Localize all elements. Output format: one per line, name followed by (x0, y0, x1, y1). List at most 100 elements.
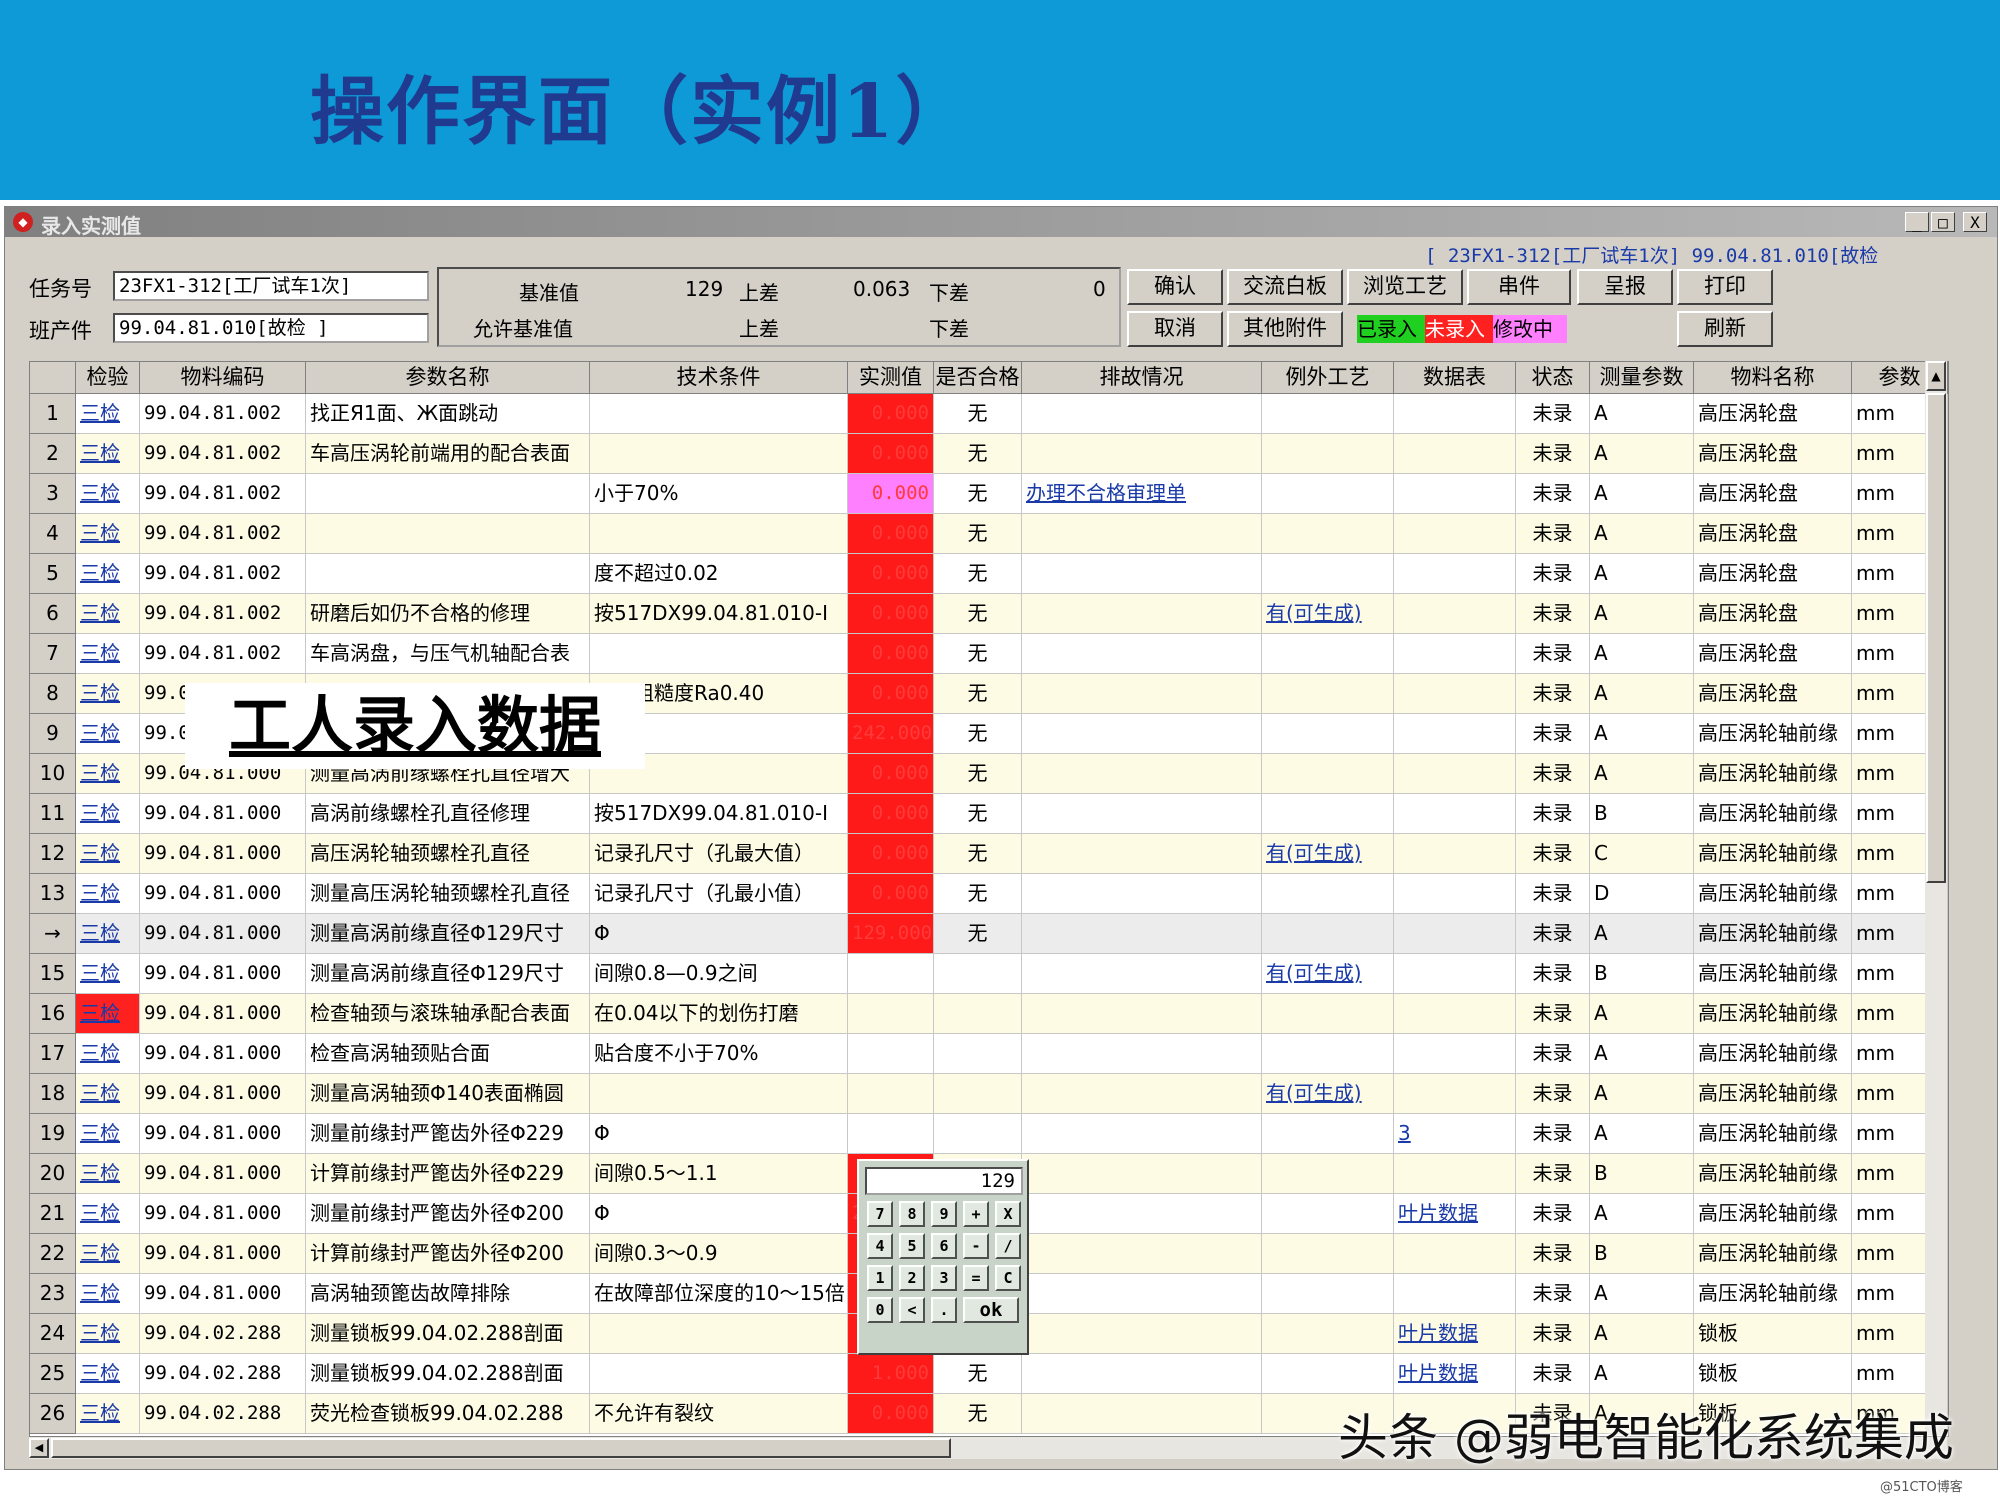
cell-exception-process[interactable]: 有(可生成) (1262, 594, 1394, 634)
cell-data-table[interactable] (1394, 474, 1516, 514)
cell-fault-handling[interactable] (1022, 674, 1262, 714)
column-header-inspection[interactable]: 检验 (76, 362, 140, 394)
keypad-key[interactable]: 1 (867, 1265, 893, 1291)
cell-measured-value[interactable] (848, 954, 934, 994)
cell-fault-handling[interactable] (1022, 554, 1262, 594)
cell-fault-handling[interactable] (1022, 914, 1262, 954)
column-header-is-qualified[interactable]: 是否合格 (934, 362, 1022, 394)
vertical-scrollbar[interactable]: ▲ (1925, 361, 1947, 1435)
cell-fault-handling[interactable] (1022, 594, 1262, 634)
table-row[interactable]: 17 三检 99.04.81.000 检查高涡轴颈贴合面 贴合度不小于70% 未录 A 高压涡… (30, 1034, 1948, 1074)
cell-data-table[interactable] (1394, 954, 1516, 994)
cell-measured-value[interactable]: 0.000 (848, 434, 934, 474)
cell-fault-handling[interactable] (1022, 754, 1262, 794)
maximize-button[interactable]: □ (1931, 212, 1955, 232)
cell-data-table[interactable] (1394, 754, 1516, 794)
table-row[interactable]: 4 三检 99.04.81.002 0.000 无未录 A 高压涡轮盘 mm (30, 514, 1948, 554)
cell-measured-value[interactable]: 0.000 (848, 874, 934, 914)
table-row[interactable]: 5 三检 99.04.81.002 度不超过0.02 0.000 无未录 A 高压涡轮盘 mm (30, 554, 1948, 594)
window-titlebar[interactable]: ◆ 录入实测值 _ □ X (5, 207, 1997, 238)
keypad-key[interactable]: 3 (931, 1265, 957, 1291)
cell-data-table[interactable] (1394, 1154, 1516, 1194)
column-header-row-number[interactable] (30, 362, 76, 394)
cell-fault-handling[interactable] (1022, 1154, 1262, 1194)
part-field[interactable]: 99.04.81.010[故检 ] (113, 313, 429, 343)
serial-button[interactable]: 串件 (1467, 269, 1571, 305)
cell-exception-process[interactable] (1262, 674, 1394, 714)
cell-fault-handling[interactable] (1022, 1274, 1262, 1314)
keypad-key[interactable]: + (963, 1201, 989, 1227)
cell-data-table[interactable] (1394, 594, 1516, 634)
cell-measured-value[interactable] (848, 1074, 934, 1114)
cell-measured-value[interactable]: 1.000 (848, 1354, 934, 1394)
table-row[interactable]: 13 三检 99.04.81.000 测量高压涡轮轴颈螺栓孔直径 记录孔尺寸（孔最小值）… (30, 874, 1948, 914)
scroll-left-icon[interactable]: ◀ (29, 1438, 49, 1458)
cell-inspection[interactable]: 三检 (76, 554, 140, 594)
whiteboard-button[interactable]: 交流白板 (1227, 269, 1343, 305)
table-row[interactable]: → 三检 99.04.81.000 测量高涡前缘直径Φ129尺寸 Φ 129.000 无 未录… (30, 914, 1948, 954)
cell-fault-handling[interactable] (1022, 874, 1262, 914)
cell-data-table[interactable] (1394, 714, 1516, 754)
cell-measured-value[interactable]: 0.000 (848, 394, 934, 434)
cell-exception-process[interactable] (1262, 1194, 1394, 1234)
column-header-tech-condition[interactable]: 技术条件 (590, 362, 848, 394)
cell-inspection[interactable]: 三检 (76, 714, 140, 754)
cell-measured-value[interactable] (848, 1034, 934, 1074)
cell-exception-process[interactable] (1262, 1314, 1394, 1354)
cell-inspection[interactable]: 三检 (76, 874, 140, 914)
cell-inspection[interactable]: 三检 (76, 474, 140, 514)
cell-measured-value[interactable]: 0.000 (848, 754, 934, 794)
cell-inspection[interactable]: 三检 (76, 1114, 140, 1154)
confirm-button[interactable]: 确认 (1127, 269, 1223, 305)
cell-inspection[interactable]: 三检 (76, 1274, 140, 1314)
keypad-key[interactable]: 2 (899, 1265, 925, 1291)
cell-inspection[interactable]: 三检 (76, 794, 140, 834)
cell-data-table[interactable] (1394, 914, 1516, 954)
cell-inspection[interactable]: 三检 (76, 434, 140, 474)
cell-exception-process[interactable] (1262, 1274, 1394, 1314)
column-header-status[interactable]: 状态 (1516, 362, 1590, 394)
cell-exception-process[interactable] (1262, 874, 1394, 914)
cell-exception-process[interactable] (1262, 1114, 1394, 1154)
cell-fault-handling[interactable] (1022, 714, 1262, 754)
cell-measured-value[interactable]: 0.000 (848, 794, 934, 834)
cell-inspection[interactable]: 三检 (76, 1034, 140, 1074)
cell-measured-value[interactable]: 0.000 (848, 514, 934, 554)
cell-fault-handling[interactable]: 办理不合格审理单 (1022, 474, 1262, 514)
cell-inspection[interactable]: 三检 (76, 1074, 140, 1114)
cell-data-table[interactable] (1394, 794, 1516, 834)
cell-data-table[interactable]: 3 (1394, 1114, 1516, 1154)
cell-fault-handling[interactable] (1022, 434, 1262, 474)
keypad-key[interactable]: 9 (931, 1201, 957, 1227)
cell-measured-value[interactable]: 0.000 (848, 674, 934, 714)
cell-data-table[interactable]: 叶片数据 (1394, 1194, 1516, 1234)
cell-exception-process[interactable] (1262, 914, 1394, 954)
cell-fault-handling[interactable] (1022, 834, 1262, 874)
column-header-material-code[interactable]: 物料编码 (140, 362, 306, 394)
cell-data-table[interactable] (1394, 874, 1516, 914)
cell-measured-value[interactable]: 0.000 (848, 1394, 934, 1434)
keypad-key[interactable]: 8 (899, 1201, 925, 1227)
keypad-display[interactable]: 129 (865, 1167, 1023, 1195)
cell-data-table[interactable]: 叶片数据 (1394, 1314, 1516, 1354)
keypad-key[interactable]: C (995, 1265, 1021, 1291)
minimize-button[interactable]: _ (1905, 212, 1929, 232)
cell-exception-process[interactable]: 有(可生成) (1262, 834, 1394, 874)
cell-exception-process[interactable] (1262, 474, 1394, 514)
cell-data-table[interactable] (1394, 1074, 1516, 1114)
keypad-key[interactable]: - (963, 1233, 989, 1259)
cell-data-table[interactable] (1394, 434, 1516, 474)
cell-data-table[interactable] (1394, 634, 1516, 674)
table-row[interactable]: 15 三检 99.04.81.000 测量高涡前缘直径Φ129尺寸 间隙0.8—0.9之… (30, 954, 1948, 994)
cell-inspection[interactable]: 三检 (76, 914, 140, 954)
cell-exception-process[interactable] (1262, 994, 1394, 1034)
print-button[interactable]: 打印 (1677, 269, 1773, 305)
table-row[interactable]: 16 三检 99.04.81.000 检查轴颈与滚珠轴承配合表面 在0.04以下的划伤打… (30, 994, 1948, 1034)
cell-data-table[interactable] (1394, 674, 1516, 714)
cell-fault-handling[interactable] (1022, 794, 1262, 834)
table-row[interactable]: 25 三检 99.04.02.288 测量锁板99.04.02.288剖面 1.000 无… (30, 1354, 1948, 1394)
cell-fault-handling[interactable] (1022, 1194, 1262, 1234)
close-button[interactable]: X (1963, 212, 1987, 232)
keypad-key[interactable]: 5 (899, 1233, 925, 1259)
cell-inspection[interactable]: 三检 (76, 1154, 140, 1194)
